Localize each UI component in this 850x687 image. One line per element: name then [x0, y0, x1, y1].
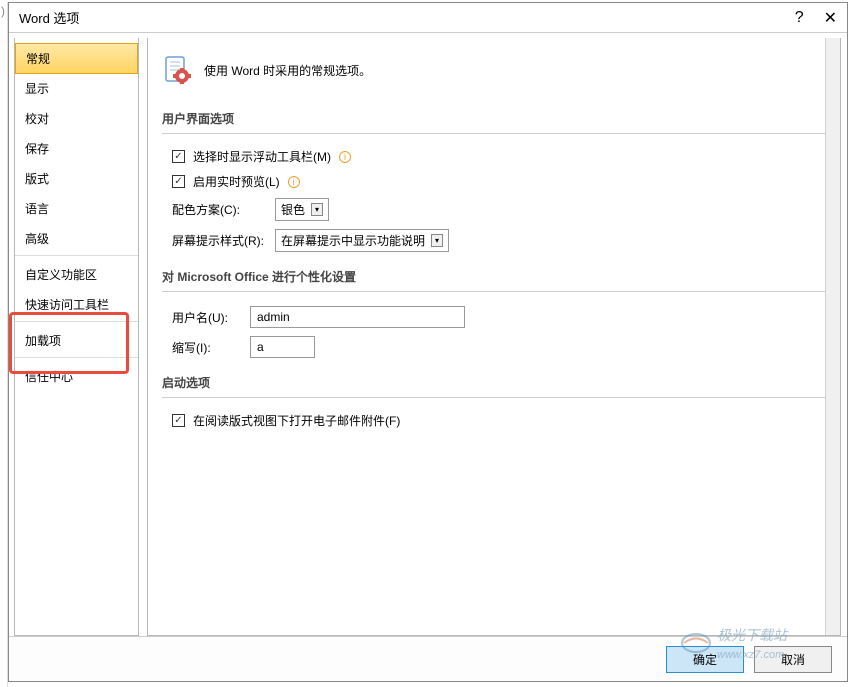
dialog-footer: 极光下载站 www.xz7.com 确定 取消	[9, 636, 847, 681]
sidebar-item-addins[interactable]: 加载项	[15, 326, 138, 358]
sidebar-item-customize-ribbon[interactable]: 自定义功能区	[15, 260, 138, 290]
background-stub: )	[0, 2, 8, 687]
help-icon[interactable]: ?	[795, 9, 804, 27]
sidebar-item-trust-center[interactable]: 信任中心	[15, 362, 138, 392]
header-text: 使用 Word 时采用的常规选项。	[204, 62, 371, 79]
close-icon[interactable]: ✕	[824, 8, 837, 28]
dropdown-color-scheme[interactable]: 银色 ▾	[275, 198, 329, 221]
label-color-scheme: 配色方案(C):	[172, 201, 267, 218]
input-initials[interactable]	[250, 336, 315, 358]
titlebar: Word 选项 ? ✕	[9, 3, 847, 33]
label-tooltip-style: 屏幕提示样式(R):	[172, 232, 267, 249]
info-icon[interactable]: i	[288, 176, 300, 188]
sidebar: 常规 显示 校对 保存 版式 语言 高级 自定义功能区 快速访问工具栏 加载项 …	[14, 38, 139, 636]
checkbox-open-attachments-reading[interactable]	[172, 414, 185, 427]
section-personalize: 对 Microsoft Office 进行个性化设置	[162, 264, 826, 292]
info-icon[interactable]: i	[339, 151, 351, 163]
sidebar-item-display[interactable]: 显示	[15, 74, 138, 104]
main-panel: 使用 Word 时采用的常规选项。 用户界面选项 选择时显示浮动工具栏(M) i…	[147, 38, 841, 636]
input-username[interactable]	[250, 306, 465, 328]
sidebar-item-language[interactable]: 语言	[15, 194, 138, 224]
general-options-icon	[162, 54, 194, 86]
window-title: Word 选项	[19, 8, 79, 27]
sidebar-item-layout[interactable]: 版式	[15, 164, 138, 194]
section-ui-options: 用户界面选项	[162, 106, 826, 134]
chevron-down-icon: ▾	[311, 203, 323, 216]
sidebar-item-proofing[interactable]: 校对	[15, 104, 138, 134]
options-dialog: Word 选项 ? ✕ 常规 显示 校对 保存 版式 语言 高级 自定义功能区 …	[8, 2, 848, 682]
chevron-down-icon: ▾	[431, 234, 443, 247]
sidebar-item-advanced[interactable]: 高级	[15, 224, 138, 256]
sidebar-item-save[interactable]: 保存	[15, 134, 138, 164]
label-mini-toolbar: 选择时显示浮动工具栏(M)	[193, 148, 331, 165]
label-live-preview: 启用实时预览(L)	[193, 173, 280, 190]
label-initials: 缩写(I):	[172, 339, 242, 356]
checkbox-mini-toolbar[interactable]	[172, 150, 185, 163]
checkbox-live-preview[interactable]	[172, 175, 185, 188]
watermark: 极光下载站 www.xz7.com	[681, 625, 787, 661]
label-username: 用户名(U):	[172, 309, 242, 326]
dropdown-tooltip-style[interactable]: 在屏幕提示中显示功能说明 ▾	[275, 229, 449, 252]
sidebar-item-quick-access[interactable]: 快速访问工具栏	[15, 290, 138, 322]
sidebar-item-general[interactable]: 常规	[15, 43, 138, 74]
section-startup: 启动选项	[162, 370, 826, 398]
label-open-attachments-reading: 在阅读版式视图下打开电子邮件附件(F)	[193, 412, 400, 429]
